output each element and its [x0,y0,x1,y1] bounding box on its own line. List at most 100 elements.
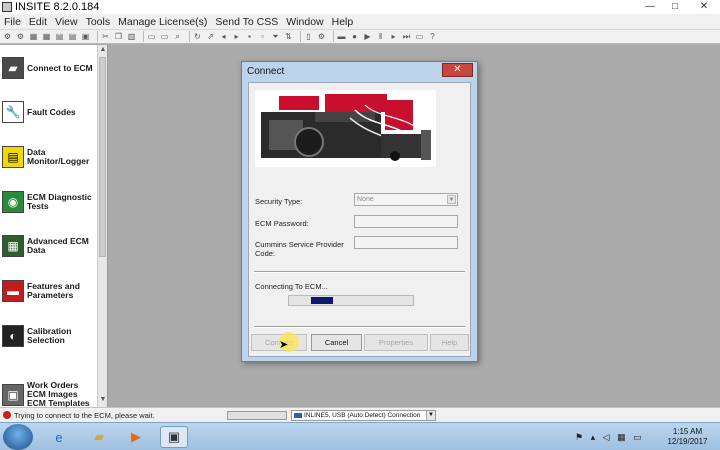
connect-tool-icon[interactable]: ⚙ [3,32,12,41]
export-icon[interactable]: ⇗ [206,32,215,41]
internet-explorer-icon[interactable]: e [45,426,73,448]
engine-image [255,90,436,167]
status-message: Trying to connect to the ECM, please wai… [14,410,155,420]
menu-view[interactable]: View [51,16,82,28]
app-title: INSITE 8.2.0.184 [15,1,100,13]
menu-help[interactable]: Help [328,16,358,28]
find-icon[interactable]: ⌕ [173,32,182,41]
back-icon[interactable]: ◂ [219,32,228,41]
connection-select[interactable]: INLINE5, USB (Auto Detect) Connection ▼ [291,410,436,421]
calibration-tool-icon[interactable]: ▣ [81,32,90,41]
preview-icon[interactable]: ▭ [160,32,169,41]
sidebar-item-advanced-ecm[interactable]: ▦ Advanced ECM Data [2,235,96,257]
menu-file[interactable]: File [0,16,25,28]
help-button[interactable]: Help [430,334,469,351]
cancel-button[interactable]: Cancel [311,334,362,351]
monitor-tool-icon[interactable]: ▦ [29,32,38,41]
network-icon[interactable]: ▦ [617,432,626,442]
close-window-button[interactable]: ✕ [694,1,714,13]
connection-value: INLINE5, USB (Auto Detect) Connection [304,412,421,419]
sidebar-item-label: Work Orders ECM Images ECM Templates [27,380,90,408]
data-tool-icon[interactable]: ▤ [55,32,64,41]
minimize-button[interactable]: — [640,1,660,13]
dialog-close-button[interactable]: ✕ [442,63,473,77]
forward-icon[interactable]: ▸ [232,32,241,41]
connection-progress-bar [288,295,414,306]
divider [254,326,465,328]
sidebar-item-connect-ecm[interactable]: ▰ Connect to ECM [2,57,96,79]
sort-icon[interactable]: ⇅ [284,32,293,41]
scroll-up-icon[interactable]: ▲ [98,45,107,55]
dialog-title: Connect [247,66,285,77]
sidebar-item-data-monitor[interactable]: ▤ Data Monitor/Logger [2,146,96,168]
toolbar: ⚙ ⚙ ▦ ▦ ▤ ▤ ▣ ✂ ❐ ▥ ▭ ▭ ⌕ ↻ ⇗ ◂ ▸ ▪ ▫ ⏷ … [0,30,720,44]
new-icon[interactable]: ▯ [304,32,313,41]
diagnostic-tool-icon[interactable]: ▦ [42,32,51,41]
work-orders-icon: ▣ [2,383,24,406]
diagnostic-icon: ◉ [2,191,24,213]
refresh-icon[interactable]: ↻ [193,32,202,41]
properties-button[interactable]: Properties [364,334,428,351]
menu-tools[interactable]: Tools [82,16,115,28]
maximize-button[interactable]: □ [665,1,685,13]
insite-taskbar-icon[interactable]: ▣ [160,426,188,448]
app-icon [2,2,12,12]
open-icon[interactable]: ▫ [258,32,267,41]
taskbar: e ▰ ▶ ▣ ⚑ ▴ ◁ ▦ ▭ 1:15 AM 12/19/2017 [0,422,720,450]
record-icon[interactable]: ▬ [337,32,346,41]
stop-icon[interactable]: ● [350,32,359,41]
sidebar-item-label: Advanced ECM Data [27,236,89,255]
play-icon[interactable]: ▶ [363,32,372,41]
chevron-down-icon[interactable]: ▼ [447,195,456,204]
fault-tool-icon[interactable]: ⚙ [16,32,25,41]
title-bar: INSITE 8.2.0.184 — □ ✕ [0,0,720,14]
sidebar-item-fault-codes[interactable]: 🔧 Fault Codes [2,101,96,123]
scroll-down-icon[interactable]: ▼ [98,395,107,405]
media-player-icon[interactable]: ▶ [122,426,150,448]
security-type-select[interactable]: None ▼ [354,193,458,206]
ecm-password-field[interactable] [354,215,458,228]
help-tool-icon[interactable]: ? [428,32,437,41]
dialog-body: Security Type: None ▼ ECM Password: Cumm… [248,82,471,357]
copy-icon[interactable]: ❐ [114,32,123,41]
sidebar-item-ecm-diagnostic[interactable]: ◉ ECM Diagnostic Tests [2,191,96,213]
chevron-down-icon[interactable]: ▼ [426,411,435,420]
menu-edit[interactable]: Edit [25,16,51,28]
file-explorer-icon[interactable]: ▰ [85,426,113,448]
calibration-icon: ◐ [2,325,24,347]
volume-icon[interactable]: ◁ [603,432,610,442]
csp-code-field[interactable] [354,236,458,249]
sidebar-item-label: ECM Diagnostic Tests [27,192,92,211]
start-button[interactable] [3,424,33,450]
filter-icon[interactable]: ⏷ [271,32,280,41]
settings-icon[interactable]: ⚙ [317,32,326,41]
battery-icon[interactable]: ▭ [633,432,642,442]
param-tool-icon[interactable]: ▤ [68,32,77,41]
status-scroll-control[interactable] [227,411,287,420]
sidebar-item-label: Features and Parameters [27,281,80,300]
menu-send-to-css[interactable]: Send To CSS [211,16,282,28]
scroll-thumb[interactable] [99,57,106,257]
arrow-up-icon[interactable]: ▴ [591,432,596,442]
menu-manage-licenses[interactable]: Manage License(s) [114,16,211,28]
step-icon[interactable]: ▸ [389,32,398,41]
mouse-cursor-icon: ➤ [279,339,289,351]
clock[interactable]: 1:15 AM 12/19/2017 [660,427,715,447]
menu-window[interactable]: Window [282,16,327,28]
cut-icon[interactable]: ✂ [101,32,110,41]
sidebar-item-work-orders[interactable]: ▣ Work Orders ECM Images ECM Templates [2,381,96,407]
sidebar-item-features[interactable]: ▬ Features and Parameters [2,280,96,302]
end-icon[interactable]: ⏭ [402,32,411,41]
sidebar-item-label: Fault Codes [27,106,76,117]
csp-code-label: Cummins Service Provider Code: [255,240,344,258]
paste-icon[interactable]: ▥ [127,32,136,41]
save-icon[interactable]: ▪ [245,32,254,41]
flag-icon[interactable]: ⚑ [575,432,583,442]
menu-bar: File Edit View Tools Manage License(s) S… [0,14,720,30]
window-icon[interactable]: ▭ [415,32,424,41]
sidebar-item-calibration[interactable]: ◐ Calibration Selection [2,325,96,347]
print-icon[interactable]: ▭ [147,32,156,41]
sidebar-scrollbar[interactable]: ▲ ▼ [97,45,107,407]
connecting-status-text: Connecting To ECM... [255,282,328,291]
pause-icon[interactable]: ‖ [376,32,385,41]
